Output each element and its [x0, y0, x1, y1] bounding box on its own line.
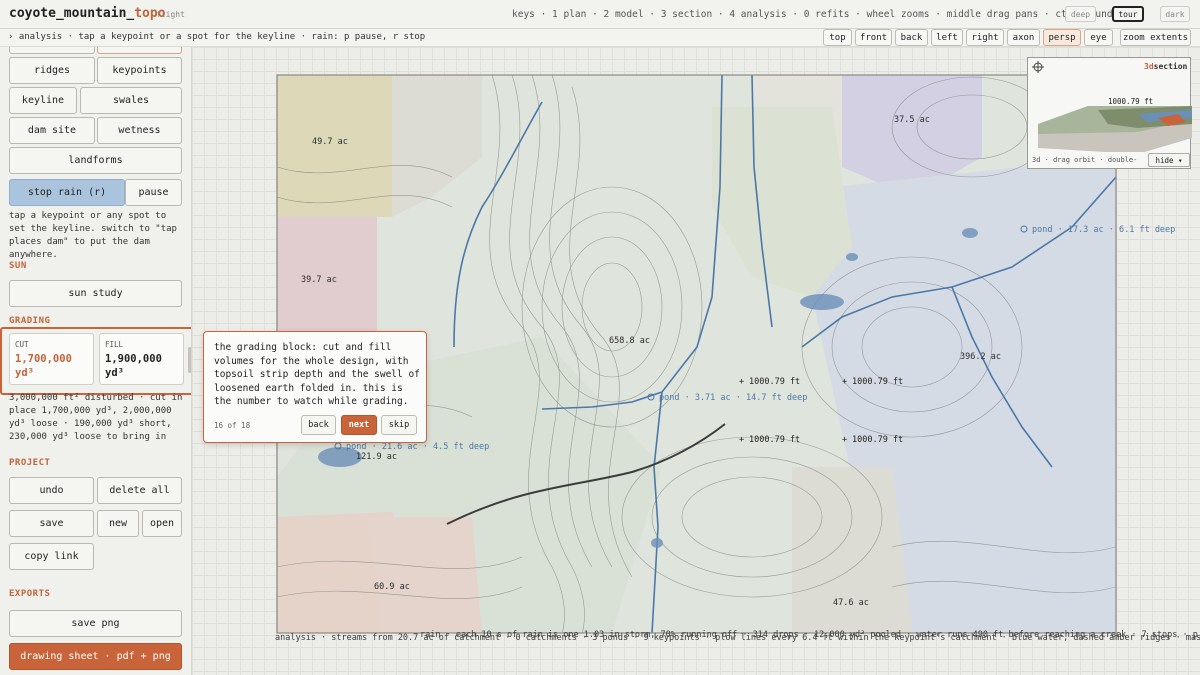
inset-hide-button[interactable]: hide ▾ — [1148, 153, 1190, 167]
swales-button[interactable]: swales — [80, 87, 182, 114]
sidebar-clipped-button-active[interactable] — [97, 47, 182, 54]
tour-step-counter: 16 of 18 — [214, 421, 251, 430]
keys-hint: keys · 1 plan · 2 model · 3 section · 4 … — [512, 9, 1119, 20]
area-label: 121.9 ac — [356, 452, 397, 462]
project-heading: PROJECT — [9, 458, 51, 468]
top-bar: coyote_mountain_topo flight keys · 1 pla… — [0, 0, 1200, 29]
sun-study-button[interactable]: sun study — [9, 280, 182, 307]
keyline-help-text: tap a keypoint or any spot to set the ke… — [9, 211, 177, 260]
cut-tile: CUT 1,700,000 yd³ — [9, 333, 94, 385]
view-button-front[interactable]: front — [855, 29, 892, 46]
tour-back-button[interactable]: back — [301, 415, 336, 435]
area-label: 37.5 ac — [894, 115, 930, 125]
region-grey-c — [792, 467, 912, 633]
fill-value: 1,900,000 yd³ — [105, 353, 162, 379]
mode-hint: › analysis · tap a keypoint or a spot fo… — [8, 32, 426, 42]
keyline-button[interactable]: keyline — [9, 87, 77, 114]
grading-summary: 3,000,000 ft² disturbed · cut in place 1… — [9, 393, 183, 442]
inset-title: 3dsection — [1144, 62, 1187, 71]
area-label: 658.8 ac — [609, 336, 650, 346]
exports-heading: EXPORTS — [9, 589, 51, 599]
area-label: 47.6 ac — [833, 598, 869, 608]
view-button-persp[interactable]: persp — [1043, 29, 1081, 46]
view-button-axon[interactable]: axon — [1007, 29, 1040, 46]
pond-label: pond · 17.3 ac · 6.1 ft deep — [1032, 225, 1175, 235]
theme-button-dark[interactable]: dark — [1160, 6, 1190, 22]
dam-site-button[interactable]: dam site — [9, 117, 95, 144]
inset-3d-view[interactable]: 1000.79 ft — [1028, 76, 1192, 152]
elevation-label: 1000.79 ft — [852, 435, 903, 445]
sun-heading: SUN — [9, 261, 27, 271]
open-button[interactable]: open — [142, 510, 182, 537]
ridges-button[interactable]: ridges — [9, 57, 95, 84]
elevation-plus: + — [739, 377, 744, 387]
area-label: 39.7 ac — [301, 275, 337, 285]
section-inset[interactable]: 3dsection 1000.79 ft 3d · drag orbit · d… — [1027, 57, 1192, 169]
save-png-button[interactable]: save png — [9, 610, 182, 637]
pond-label: pond · 3.71 ac · 14.7 ft deep — [659, 393, 807, 403]
crosshair-icon[interactable] — [1032, 61, 1044, 73]
pond-shape — [962, 228, 978, 238]
undo-button[interactable]: undo — [9, 477, 94, 504]
view-button-top[interactable]: top — [823, 29, 852, 46]
stop-rain-button[interactable]: stop rain (r) — [9, 179, 125, 206]
elevation-plus: + — [842, 435, 847, 445]
theme-button-tour[interactable]: tour — [1112, 6, 1144, 22]
pond-shape — [651, 538, 663, 548]
elevation-plus: + — [739, 435, 744, 445]
elevation-label: 1000.79 ft — [749, 377, 800, 387]
sidebar: ridges keypoints keyline swales dam site… — [0, 47, 192, 675]
cut-value: 1,700,000 yd³ — [15, 353, 72, 379]
app-title: coyote_mountain_topo — [9, 6, 166, 21]
copy-link-button[interactable]: copy link — [9, 543, 94, 570]
tour-next-button[interactable]: next — [341, 415, 377, 435]
analysis-status: analysis · streams from 20.7 ac of catch… — [275, 633, 1200, 643]
area-label: 396.2 ac — [960, 352, 1001, 362]
area-label: 49.7 ac — [312, 137, 348, 147]
app-title-main: coyote_mountain_ — [9, 6, 135, 21]
view-toolbar: › analysis · tap a keypoint or a spot fo… — [0, 29, 1200, 47]
elevation-plus: + — [842, 377, 847, 387]
view-button-left[interactable]: left — [931, 29, 963, 46]
mode-tag: flight — [156, 10, 185, 19]
theme-button-deep[interactable]: deep — [1065, 6, 1096, 22]
pond-label: pond · 21.6 ac · 4.5 ft deep — [346, 442, 489, 452]
tour-text: the grading block: cut and fill volumes … — [214, 342, 420, 407]
new-button[interactable]: new — [97, 510, 139, 537]
view-button-right[interactable]: right — [966, 29, 1004, 46]
cut-label: CUT — [15, 340, 29, 349]
pause-button[interactable]: pause — [125, 179, 182, 206]
fill-tile: FILL 1,900,000 yd³ — [99, 333, 184, 385]
pond-shape — [846, 253, 858, 261]
inset-elevation-label: 1000.79 ft — [1108, 97, 1153, 106]
landforms-button[interactable]: landforms — [9, 147, 182, 174]
elevation-label: 1000.79 ft — [852, 377, 903, 387]
view-button-eye[interactable]: eye — [1084, 29, 1113, 46]
drawing-sheet-button[interactable]: drawing sheet · pdf + png — [9, 643, 182, 670]
tour-popup: the grading block: cut and fill volumes … — [203, 331, 427, 443]
grading-heading: GRADING — [9, 316, 51, 326]
save-button[interactable]: save — [9, 510, 94, 537]
inset-footer: 3d · drag orbit · double- — [1032, 156, 1138, 164]
pond-shape — [800, 294, 844, 310]
delete-all-button[interactable]: delete all — [97, 477, 182, 504]
fill-label: FILL — [105, 340, 124, 349]
elevation-label: 1000.79 ft — [749, 435, 800, 445]
view-button-back[interactable]: back — [895, 29, 928, 46]
keypoints-button[interactable]: keypoints — [97, 57, 182, 84]
inset-title-accent: 3d — [1144, 62, 1154, 71]
tour-skip-button[interactable]: skip — [381, 415, 417, 435]
wetness-button[interactable]: wetness — [97, 117, 182, 144]
region-salmon — [367, 517, 482, 633]
area-label: 60.9 ac — [374, 582, 410, 592]
sidebar-clipped-button[interactable] — [9, 47, 95, 54]
inset-title-rest: section — [1153, 62, 1188, 71]
zoom-extents-button[interactable]: zoom extents — [1120, 29, 1191, 46]
